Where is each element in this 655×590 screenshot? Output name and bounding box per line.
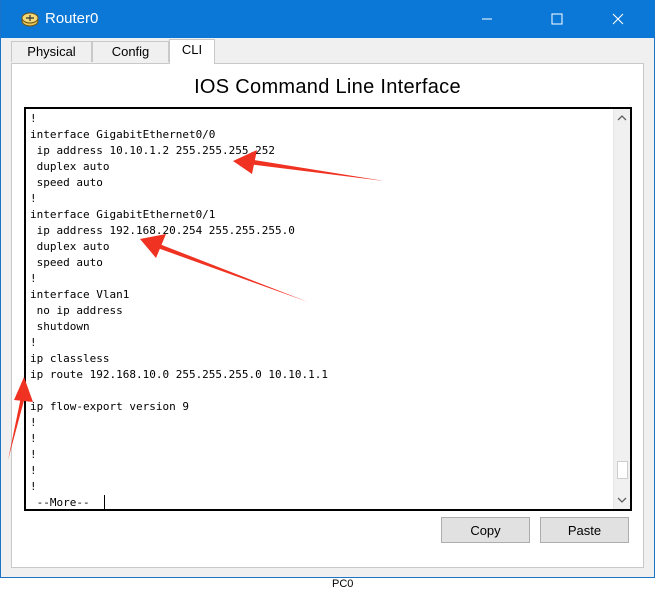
tab-physical[interactable]: Physical [11, 41, 92, 62]
text-cursor [104, 495, 106, 509]
tab-cli[interactable]: CLI [169, 39, 215, 64]
copy-button[interactable]: Copy [441, 517, 530, 543]
tab-config[interactable]: Config [92, 41, 169, 62]
scroll-down-icon[interactable] [616, 494, 628, 506]
console-output: ! interface GigabitEthernet0/0 ip addres… [30, 112, 329, 509]
scroll-up-icon[interactable] [616, 112, 628, 124]
router-window: Router0 Physical Config CLI IOS Command … [0, 0, 655, 578]
more-prompt: --More-- [30, 496, 97, 509]
cli-heading: IOS Command Line Interface [194, 76, 461, 98]
title-bar[interactable]: Router0 [1, 0, 654, 38]
minimize-button[interactable] [464, 0, 510, 38]
minimize-icon [482, 18, 492, 20]
maximize-button[interactable] [534, 0, 580, 38]
paste-button[interactable]: Paste [540, 517, 629, 543]
close-icon [612, 13, 624, 25]
cli-console[interactable]: ! interface GigabitEthernet0/0 ip addres… [24, 107, 632, 511]
maximize-icon [551, 13, 563, 25]
window-title: Router0 [45, 10, 99, 27]
cli-panel: IOS Command Line Interface ! interface G… [11, 63, 644, 568]
console-scrollbar[interactable] [613, 109, 630, 509]
router-app-icon [20, 9, 40, 29]
close-button[interactable] [595, 0, 641, 38]
background-device-label: PC0 [332, 578, 354, 590]
scroll-thumb[interactable] [617, 461, 628, 479]
